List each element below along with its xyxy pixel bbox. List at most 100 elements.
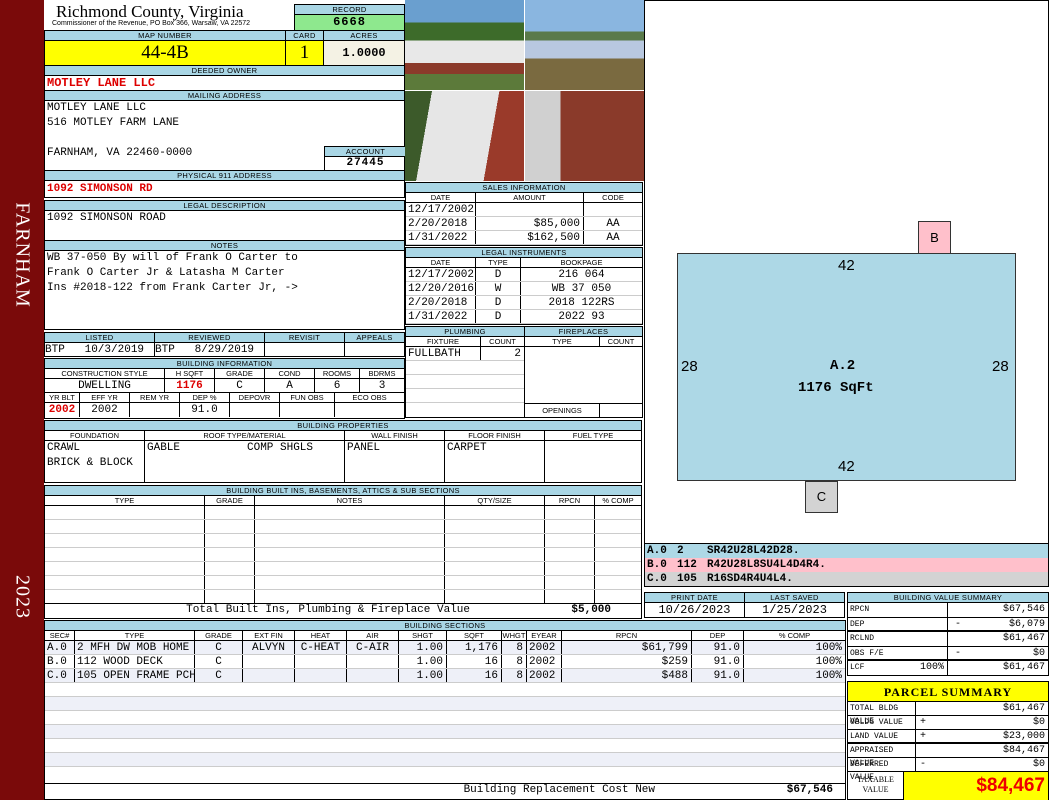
column-header: CODE [602, 193, 624, 202]
dim-right: 28 [992, 358, 1009, 375]
sketch-legend-row[interactable]: A.0 2 SR42U28L42D28. [645, 544, 1048, 558]
table-row [45, 697, 845, 711]
legend-cell: R16SD4R4U4L4. [707, 573, 793, 585]
sketch-section-b[interactable]: B [918, 221, 951, 254]
table-row [45, 590, 641, 604]
column-header: ROOF TYPE/MATERIAL [145, 431, 345, 440]
table-cell [255, 506, 445, 519]
table-cell: 2022 93 [558, 311, 605, 323]
value-summary-label: BUILDING VALUE SUMMARY [848, 593, 1048, 603]
value-label: RPCN [850, 605, 870, 614]
record-box: RECORD 6668 [294, 4, 405, 31]
table-cell: FULLBATH [406, 347, 481, 360]
table-cell [45, 697, 75, 710]
table-cell: 2/20/2018 [406, 296, 476, 309]
table-cell: 2 [514, 348, 521, 360]
column-header: ECO OBS [352, 393, 387, 402]
column-header: SHGT [399, 631, 447, 640]
table-cell: 216 064 [558, 269, 605, 281]
legend-cell: 112 [677, 559, 697, 571]
table-cell [347, 669, 399, 682]
building-info-box: BUILDING INFORMATION CONSTRUCTION STYLE H… [44, 358, 405, 419]
property-photo[interactable] [525, 91, 644, 181]
table-cell [445, 590, 545, 603]
column-header: DATE [406, 258, 476, 267]
table-cell: D [476, 268, 521, 281]
table-row: A.0 2 MFH DW MOB HOME C ALVYN C-HEAT C-AIR 1.… [45, 641, 845, 655]
builtins-total-label: Total Built Ins, Plumbing & Fireplace Va… [186, 604, 470, 616]
value-sign [948, 603, 968, 617]
taxable-label: TAXABLE VALUE [848, 772, 904, 800]
value-summary-row: DEP - $6,079 [848, 617, 1048, 632]
sketch-area[interactable]: B C 42 42 28 28 A.2 1176 SqFt [644, 0, 1049, 545]
dim-bottom: 42 [838, 458, 855, 475]
plumbing-box: PLUMBING FIXTURE COUNT FULLBATH 2 [405, 326, 525, 418]
column-header: SEC# [45, 631, 75, 640]
taxable-value: $84,467 [904, 772, 1048, 800]
instruments-box: LEGAL INSTRUMENTS DATE TYPE BOOKPAGE 12/17/… [405, 247, 643, 325]
table-cell [445, 520, 545, 533]
sales-box: SALES INFORMATION DATE AMOUNT CODE 12/17/20… [405, 182, 643, 246]
map-number: 44-4B [45, 41, 285, 65]
table-cell [445, 562, 545, 575]
listed-value: BTP 10/3/2019 [45, 344, 145, 356]
table-cell: 100% [815, 642, 842, 654]
table-row: 2/20/2018 D 2018 122RS [406, 296, 642, 310]
column-header: AMOUNT [476, 193, 584, 202]
value-amount: $61,467 [1002, 633, 1045, 644]
fuel-type [545, 441, 641, 456]
property-photo[interactable] [405, 0, 524, 90]
mailing-box: MAILING ADDRESS MOTLEY LANE LLC 516 MOTL… [44, 90, 406, 171]
table-cell [45, 753, 75, 766]
value-summary-row: OBS F/E - $0 [848, 646, 1048, 661]
map-label: MAP NUMBER [45, 31, 285, 41]
mailing-label: MAILING ADDRESS [45, 91, 404, 101]
table-cell: D [476, 296, 521, 309]
table-cell: 2002 [527, 655, 562, 668]
sketch-legend-row[interactable]: C.0 105 R16SD4R4U4L4. [645, 572, 1048, 586]
building-sections-box: BUILDING SECTIONS SEC# TYPE GRADE EXT FIN HE… [44, 620, 846, 800]
table-cell: 112 WOOD DECK [75, 655, 195, 668]
column-header: RPCN [545, 496, 595, 505]
physical-label: PHYSICAL 911 ADDRESS [45, 171, 404, 181]
table-row [45, 753, 845, 767]
dim-left: 28 [681, 358, 698, 375]
column-header: FUN OBS [280, 393, 335, 402]
property-photo[interactable] [525, 0, 644, 90]
revisit-label: REVISIT [265, 333, 344, 343]
column-header: REM YR [130, 393, 180, 402]
column-header: COUNT [489, 337, 516, 346]
sections-label: BUILDING SECTIONS [45, 621, 845, 631]
table-cell: 1.00 [399, 655, 447, 668]
record-number: 6668 [295, 15, 404, 30]
legend-cell: 105 [677, 573, 697, 585]
column-header: YR BLT [45, 393, 80, 402]
property-photo[interactable] [405, 91, 524, 181]
info-value: 6 [315, 379, 360, 392]
table-cell: 1.00 [399, 669, 447, 682]
table-cell [445, 548, 545, 561]
column-header: NOTES [255, 496, 445, 505]
notes-box: NOTES WB 37-050 By will of Frank O Carte… [44, 240, 405, 330]
acres-label: ACRES [324, 31, 404, 41]
table-cell [476, 203, 584, 216]
value-pct: 100% [908, 661, 948, 675]
parcel-amount: $61,467 [1002, 703, 1045, 714]
roof-type: GABLE [147, 442, 181, 454]
column-header: H SQFT [165, 369, 215, 378]
parcel-amount: $23,000 [1002, 731, 1045, 742]
parcel-label: TOTAL BLDG VALUE [848, 702, 916, 726]
sketch-section-c[interactable]: C [805, 481, 838, 513]
column-header: FOUNDATION [45, 431, 145, 440]
table-row [406, 361, 524, 375]
table-cell: 2002 [527, 641, 562, 654]
column-header: AIR [347, 631, 399, 640]
table-row: 12/20/2016 W WB 37 050 [406, 282, 642, 296]
table-cell [45, 548, 205, 561]
value-amount: $61,467 [1002, 662, 1045, 673]
column-headers: TYPE COUNT [525, 337, 642, 347]
column-headers: TYPE GRADE NOTES QTY/SIZE RPCN % COMP [45, 496, 641, 506]
table-cell [545, 576, 595, 589]
sketch-legend-row[interactable]: B.0 112 R42U28L8SU4L4D4R4. [645, 558, 1048, 572]
builtins-total: $5,000 [571, 604, 611, 616]
